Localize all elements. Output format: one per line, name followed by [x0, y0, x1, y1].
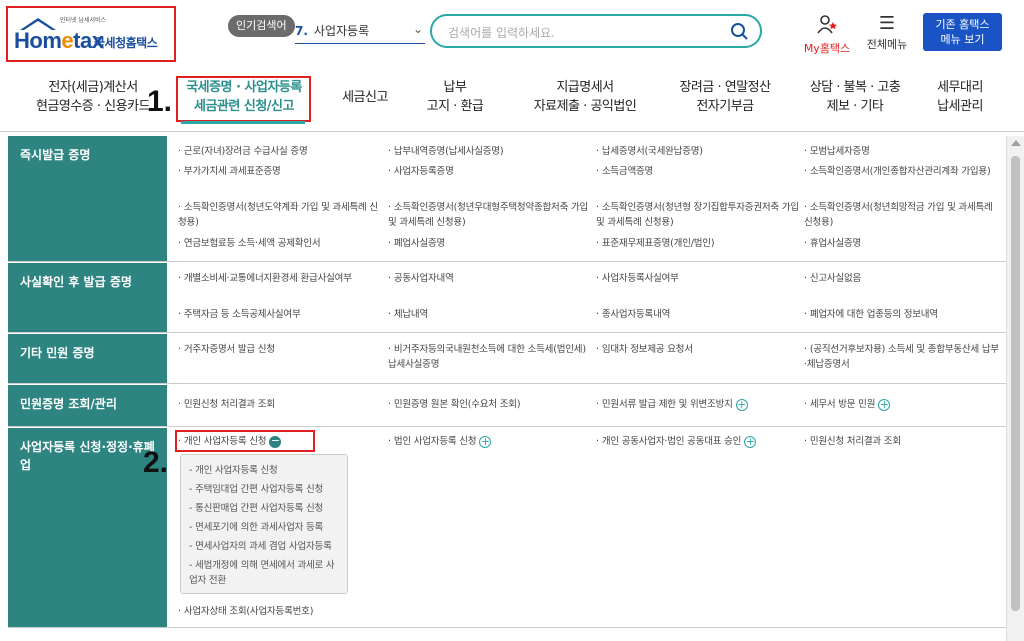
my-hometax-button[interactable]: My홈택스	[797, 14, 857, 56]
plus-icon[interactable]: +	[735, 398, 748, 411]
submenu-item[interactable]: 면세사업자의 과세 겸업 사업자등록	[189, 539, 339, 554]
all-menu-button[interactable]: ☰ 전체메뉴	[862, 14, 912, 52]
menu-link[interactable]: 세무서 방문 민원+	[804, 397, 999, 412]
nav-e-invoice[interactable]: 전자(세금)계산서 현금영수증 · 신용카드	[18, 78, 168, 116]
menu-link[interactable]: 표준재무제표증명(개인/법인)	[596, 236, 796, 251]
individual-registration-submenu: 개인 사업자등록 신청 주택임대업 간편 사업자등록 신청 통신판매업 간편 사…	[180, 454, 348, 594]
nav-incentive[interactable]: 장려금 · 연말정산 전자기부금	[665, 78, 785, 116]
highlight-box-individual	[175, 430, 315, 452]
menu-link[interactable]: 폐업자에 대한 업종등의 정보내역	[804, 307, 999, 322]
menu-link[interactable]: 민원서류 발급 제한 및 위변조방지+	[596, 397, 801, 412]
menu-link[interactable]: 연금보험료등 소득·세액 공제확인서	[178, 236, 378, 251]
menu-link[interactable]: 소득금액증명	[596, 164, 796, 179]
menu-link[interactable]: 주택자금 등 소득공제사실여부	[178, 307, 378, 322]
menu-link[interactable]: 사업자등록증명	[388, 164, 588, 179]
menu-link[interactable]: 휴업사실증명	[804, 236, 999, 251]
menu-link[interactable]: 소득확인증명서(청년희망적금 가입 및 과세특례 신청용)	[804, 200, 999, 230]
menu-link[interactable]: 소득확인증명서(개인종합자산관리계좌 가입용)	[804, 164, 999, 179]
search-icon[interactable]	[730, 22, 748, 40]
menu-link[interactable]: (공직선거후보자용) 소득세 및 종합부동산세 납부·체납증명서	[804, 342, 999, 372]
menu-link[interactable]: 민원증명 원본 확인(수요처 조회)	[388, 397, 588, 412]
step-marker-1: 1.	[147, 85, 173, 118]
menu-link[interactable]: 사업자등록사실여부	[596, 271, 796, 286]
menu-link[interactable]: 근로(자녀)장려금 수급사실 증명	[178, 144, 378, 159]
submenu-item[interactable]: 면세포기에 의한 과세사업자 등록	[189, 520, 339, 535]
menu-link[interactable]: 임대차 정보제공 요청서	[596, 342, 796, 357]
header: 인터넷 납세서비스 Hometax 국세청홈택스 인기검색어 7. 사업자등록 ⌄…	[0, 0, 1024, 66]
menu-link[interactable]: 소득확인증명서(청년우대형주택청약종합저축 가입 및 과세특례 신청용)	[388, 200, 593, 230]
menu-link[interactable]: 폐업사실증명	[388, 236, 588, 251]
menu-link[interactable]: 종사업자등록내역	[596, 307, 796, 322]
menu-link[interactable]: 민원신청 처리결과 조회	[804, 434, 999, 449]
highlight-box-nav	[176, 76, 311, 122]
hamburger-icon: ☰	[878, 13, 896, 34]
menu-link[interactable]: 모범납세자증명	[804, 144, 999, 159]
chevron-down-icon: ⌄	[412, 22, 423, 36]
scroll-up-arrow-icon[interactable]	[1011, 140, 1021, 146]
section-instant-certificates: 즉시발급 증명 근로(자녀)장려금 수급사실 증명 납부내역증명(납세사실증명)…	[8, 136, 1006, 262]
section-title: 기타 민원 증명	[8, 334, 167, 383]
hometax-logo[interactable]: 인터넷 납세서비스 Hometax 국세청홈택스	[6, 6, 176, 62]
user-icon	[817, 15, 837, 34]
scrollbar-thumb[interactable]	[1011, 156, 1020, 611]
nav-payment-statement[interactable]: 지급명세서 자료제출 · 공익법인	[515, 78, 655, 116]
menu-link[interactable]: 공동사업자내역	[388, 271, 588, 286]
scrollbar[interactable]	[1006, 136, 1024, 641]
logo-korean-name: 국세청홈택스	[94, 36, 158, 50]
old-menu-button[interactable]: 기존 홈택스 메뉴 보기	[923, 13, 1002, 51]
menu-panel: 즉시발급 증명 근로(자녀)장려금 수급사실 증명 납부내역증명(납세사실증명)…	[0, 136, 1006, 641]
menu-link[interactable]: 법인 사업자등록 신청+	[388, 434, 588, 449]
nav-consulting[interactable]: 상담 · 불복 · 고충 제보 · 기타	[795, 78, 915, 116]
menu-link[interactable]: 민원신청 처리결과 조회	[178, 397, 378, 412]
menu-link[interactable]: 부가가치세 과세표준증명	[178, 164, 378, 179]
nav-tax-agent[interactable]: 세무대리 납세관리	[925, 78, 995, 116]
popular-search-dropdown[interactable]: 7. 사업자등록 ⌄	[295, 22, 425, 44]
popular-search-badge: 인기검색어	[228, 15, 295, 37]
submenu-item[interactable]: 통신판매업 간편 사업자등록 신청	[189, 501, 339, 516]
section-title: 사실확인 후 발급 증명	[8, 263, 167, 332]
menu-link[interactable]: 비거주자등의국내원천소득에 대한 소득세(법인세) 납세사실증명	[388, 342, 593, 372]
nav-payment[interactable]: 납부 고지 · 환급	[415, 78, 495, 116]
section-certificate-management: 민원증명 조회/관리 민원신청 처리결과 조회 민원증명 원본 확인(수요처 조…	[8, 385, 1006, 427]
logo-subtitle: 인터넷 납세서비스	[60, 17, 107, 24]
section-title: 민원증명 조회/관리	[8, 385, 167, 426]
menu-link[interactable]: 개인 공동사업자·법인 공동대표 승인+	[596, 434, 801, 449]
step-marker-2: 2.	[143, 446, 169, 479]
menu-link[interactable]: 납세증명서(국세완납증명)	[596, 144, 796, 159]
active-tab-underline	[181, 121, 305, 124]
menu-link[interactable]: 소득확인증명서(청년형 장기집합투자증권저축 가입 및 과세특례 신청용)	[596, 200, 801, 230]
plus-icon[interactable]: +	[878, 398, 891, 411]
menu-link[interactable]: 납부내역증명(납세사실증명)	[388, 144, 588, 159]
plus-icon[interactable]: +	[744, 435, 757, 448]
search-placeholder: 검색어를 입력하세요.	[448, 26, 555, 40]
section-verified-certificates: 사실확인 후 발급 증명 개별소비세·교통에너지환경세 환급사실여부 공동사업자…	[8, 263, 1006, 333]
plus-icon[interactable]: +	[479, 435, 492, 448]
nav-tax-return[interactable]: 세금신고	[330, 88, 400, 107]
logo-wordmark: Hometax	[14, 28, 104, 53]
menu-link[interactable]: 소득확인증명서(청년도약계좌 가입 및 과세특례 신청용)	[178, 200, 383, 230]
menu-link[interactable]: 사업자상태 조회(사업자등록번호)	[178, 604, 398, 619]
menu-link[interactable]: 거주자증명서 발급 신청	[178, 342, 378, 357]
search-input[interactable]: 검색어를 입력하세요.	[430, 14, 762, 48]
submenu-item[interactable]: 세법개정에 의해 면세에서 과세로 사업자 전환	[189, 558, 339, 588]
section-other-certificates: 기타 민원 증명 거주자증명서 발급 신청 비거주자등의국내원천소득에 대한 소…	[8, 334, 1006, 384]
submenu-item[interactable]: 주택임대업 간편 사업자등록 신청	[189, 482, 339, 497]
menu-link[interactable]: 신고사실없음	[804, 271, 999, 286]
menu-link[interactable]: 개별소비세·교통에너지환경세 환급사실여부	[178, 271, 378, 286]
submenu-item[interactable]: 개인 사업자등록 신청	[189, 463, 339, 478]
menu-link[interactable]: 체납내역	[388, 307, 588, 322]
section-title: 즉시발급 증명	[8, 136, 167, 261]
